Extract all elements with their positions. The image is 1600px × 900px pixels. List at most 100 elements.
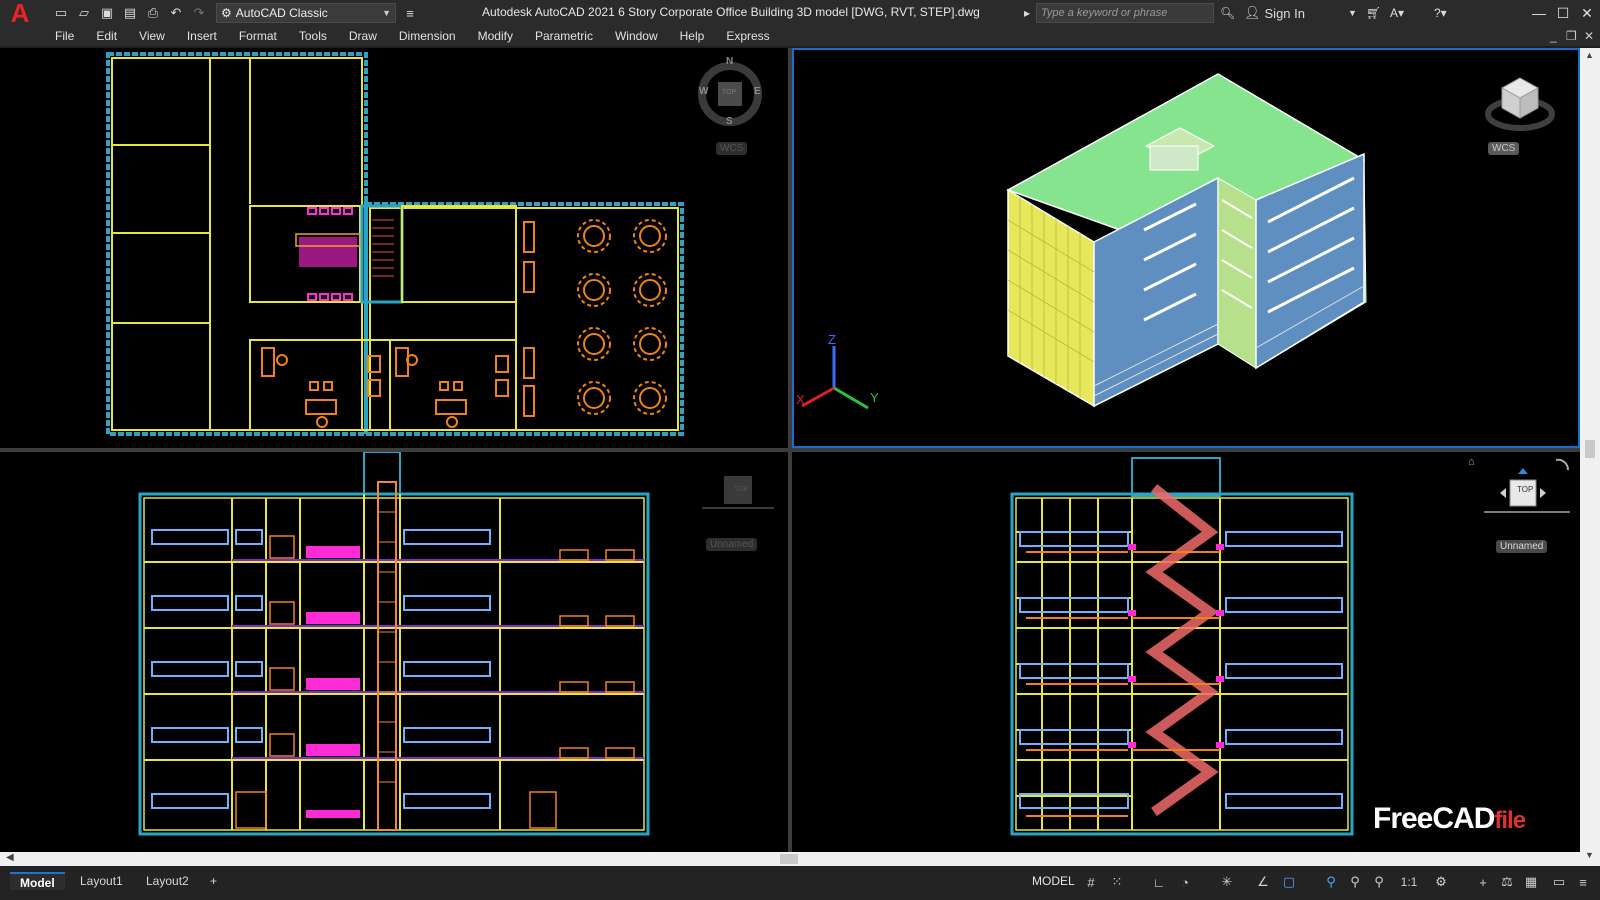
horizontal-scrollbar[interactable]: ◀: [0, 852, 1580, 866]
ortho-icon[interactable]: ∟: [1150, 873, 1168, 891]
vertical-scroll-thumb[interactable]: [1585, 440, 1595, 458]
save-as-icon[interactable]: ▤: [121, 4, 139, 22]
account-icon[interactable]: A▾: [1390, 3, 1404, 23]
customize-toolbar-icon[interactable]: ≡: [401, 4, 419, 22]
search-icon[interactable]: 🔍︎: [1220, 3, 1235, 23]
ucs-y-label: Y: [870, 390, 879, 405]
horizontal-scroll-thumb[interactable]: [780, 854, 798, 864]
chevron-down-icon: ▼: [382, 8, 391, 18]
auto-scale-icon[interactable]: ⚲: [1346, 873, 1364, 891]
menu-format[interactable]: Format: [228, 26, 288, 46]
model-space-toggle[interactable]: MODEL: [1032, 874, 1075, 888]
user-icon: 👤︎: [1244, 5, 1261, 21]
view-cube[interactable]: [1484, 68, 1560, 138]
redo-icon[interactable]: ↷: [190, 4, 208, 22]
tab-model[interactable]: Model: [10, 872, 65, 890]
maximize-button[interactable]: ☐: [1552, 2, 1574, 24]
menu-edit[interactable]: Edit: [85, 26, 128, 46]
workspace-label: AutoCAD Classic: [236, 6, 328, 20]
plus-icon[interactable]: +: [1474, 873, 1492, 891]
ucs-dropdown[interactable]: Unnamed: [1496, 540, 1547, 553]
osnap-track-icon[interactable]: ∠: [1254, 873, 1272, 891]
close-button[interactable]: ✕: [1576, 2, 1598, 24]
search-arrow-icon[interactable]: ▸: [1024, 3, 1030, 23]
sign-in-label: Sign In: [1265, 6, 1305, 21]
menu-tools[interactable]: Tools: [288, 26, 338, 46]
ucs-dropdown[interactable]: WCS: [716, 142, 747, 155]
menu-parametric[interactable]: Parametric: [524, 26, 604, 46]
gear-icon: ⚙: [221, 6, 232, 20]
menu-bar: File Edit View Insert Format Tools Draw …: [0, 26, 1600, 46]
polar-icon[interactable]: ◔: [1176, 873, 1194, 891]
object-snap-icon[interactable]: ▢: [1280, 873, 1298, 891]
workspace-dropdown[interactable]: ⚙ AutoCAD Classic ▼: [216, 3, 396, 23]
floor-plan-drawing: [0, 48, 788, 448]
menu-help[interactable]: Help: [669, 26, 716, 46]
compass-west-label: W: [699, 86, 708, 97]
undo-icon[interactable]: ↶: [167, 4, 185, 22]
clean-screen-icon[interactable]: ▭: [1550, 873, 1568, 891]
menu-file[interactable]: File: [44, 26, 85, 46]
print-icon[interactable]: ⎙: [144, 4, 162, 22]
help-icon[interactable]: ?▾: [1434, 3, 1447, 23]
doc-minimize-icon[interactable]: _: [1550, 29, 1557, 43]
doc-restore-icon[interactable]: ❐: [1566, 29, 1577, 43]
search-input[interactable]: Type a keyword or phrase: [1036, 3, 1214, 23]
doc-close-icon[interactable]: ✕: [1584, 29, 1594, 43]
isolate-objects-icon[interactable]: ⚖: [1498, 873, 1516, 891]
scale-dropdown[interactable]: 1:1: [1394, 873, 1424, 891]
menu-modify[interactable]: Modify: [467, 26, 524, 46]
watermark-sub: file: [1494, 807, 1525, 834]
menu-express[interactable]: Express: [715, 26, 780, 46]
menu-insert[interactable]: Insert: [176, 26, 228, 46]
viewport-top-plan[interactable]: N S E W TOP WCS: [0, 48, 788, 448]
scroll-up-icon[interactable]: ▲: [1585, 50, 1594, 60]
viewport-front-elevation[interactable]: TOP Unnamed: [0, 452, 788, 852]
snap-icon[interactable]: ⁙: [1108, 873, 1126, 891]
gear-icon[interactable]: ⚙: [1432, 873, 1450, 891]
menu-dimension[interactable]: Dimension: [388, 26, 467, 46]
minimize-button[interactable]: —: [1528, 2, 1550, 24]
annotation-scale-icon[interactable]: ⚲: [1370, 873, 1388, 891]
ucs-dropdown[interactable]: WCS: [1488, 142, 1519, 155]
view-cube[interactable]: [1480, 454, 1576, 534]
viewport-side-elevation[interactable]: TOP ⌂ Unnamed FreeCADfile: [792, 452, 1580, 852]
view-cube[interactable]: [696, 470, 776, 520]
chevron-down-icon[interactable]: ▼: [1348, 3, 1357, 23]
hardware-acceleration-icon[interactable]: ▦: [1522, 873, 1540, 891]
ucs-z-label: Z: [828, 332, 836, 347]
isodraft-icon[interactable]: ✳: [1218, 873, 1236, 891]
tab-layout1[interactable]: Layout1: [70, 872, 133, 890]
home-icon[interactable]: ⌂: [1468, 456, 1475, 468]
tab-layout2[interactable]: Layout2: [136, 872, 199, 890]
ucs-dropdown[interactable]: Unnamed: [706, 538, 757, 551]
annotation-visibility-icon[interactable]: ⚲: [1322, 873, 1340, 891]
view-cube-label: TOP: [1517, 485, 1533, 494]
watermark-logo: FreeCADfile: [1373, 802, 1525, 836]
scroll-down-icon[interactable]: ▼: [1585, 850, 1594, 860]
viewport-3d-iso[interactable]: Z Y X WCS: [792, 48, 1580, 448]
menu-draw[interactable]: Draw: [338, 26, 388, 46]
customization-menu-icon[interactable]: ≡: [1574, 873, 1592, 891]
new-file-icon[interactable]: ▭: [52, 4, 70, 22]
menu-view[interactable]: View: [128, 26, 176, 46]
menu-window[interactable]: Window: [604, 26, 669, 46]
watermark-main: FreeCAD: [1373, 802, 1494, 835]
title-bar: A ▭ ▱ ▣ ▤ ⎙ ↶ ↷ ⚙ AutoCAD Classic ▼ ≡ Au…: [0, 0, 1600, 26]
add-layout-button[interactable]: +: [200, 872, 227, 890]
sign-in-button[interactable]: 👤︎ Sign In: [1244, 3, 1305, 23]
save-icon[interactable]: ▣: [98, 4, 116, 22]
building-3d-model: [794, 50, 1578, 446]
compass-east-label: E: [754, 86, 761, 97]
ucs-x-label: X: [796, 392, 805, 407]
autocad-logo-icon[interactable]: A: [6, 0, 34, 26]
view-cube-label: TOP: [734, 486, 748, 493]
compass-south-label: S: [726, 116, 733, 127]
open-file-icon[interactable]: ▱: [75, 4, 93, 22]
vertical-scrollbar[interactable]: ▲ ▼: [1580, 48, 1600, 866]
scroll-left-icon[interactable]: ◀: [6, 852, 14, 863]
window-title: Autodesk AutoCAD 2021 6 Story Corporate …: [482, 5, 980, 19]
grid-icon[interactable]: #: [1082, 873, 1100, 891]
cart-icon[interactable]: 🛒︎: [1366, 3, 1381, 23]
compass-north-label: N: [726, 56, 733, 67]
